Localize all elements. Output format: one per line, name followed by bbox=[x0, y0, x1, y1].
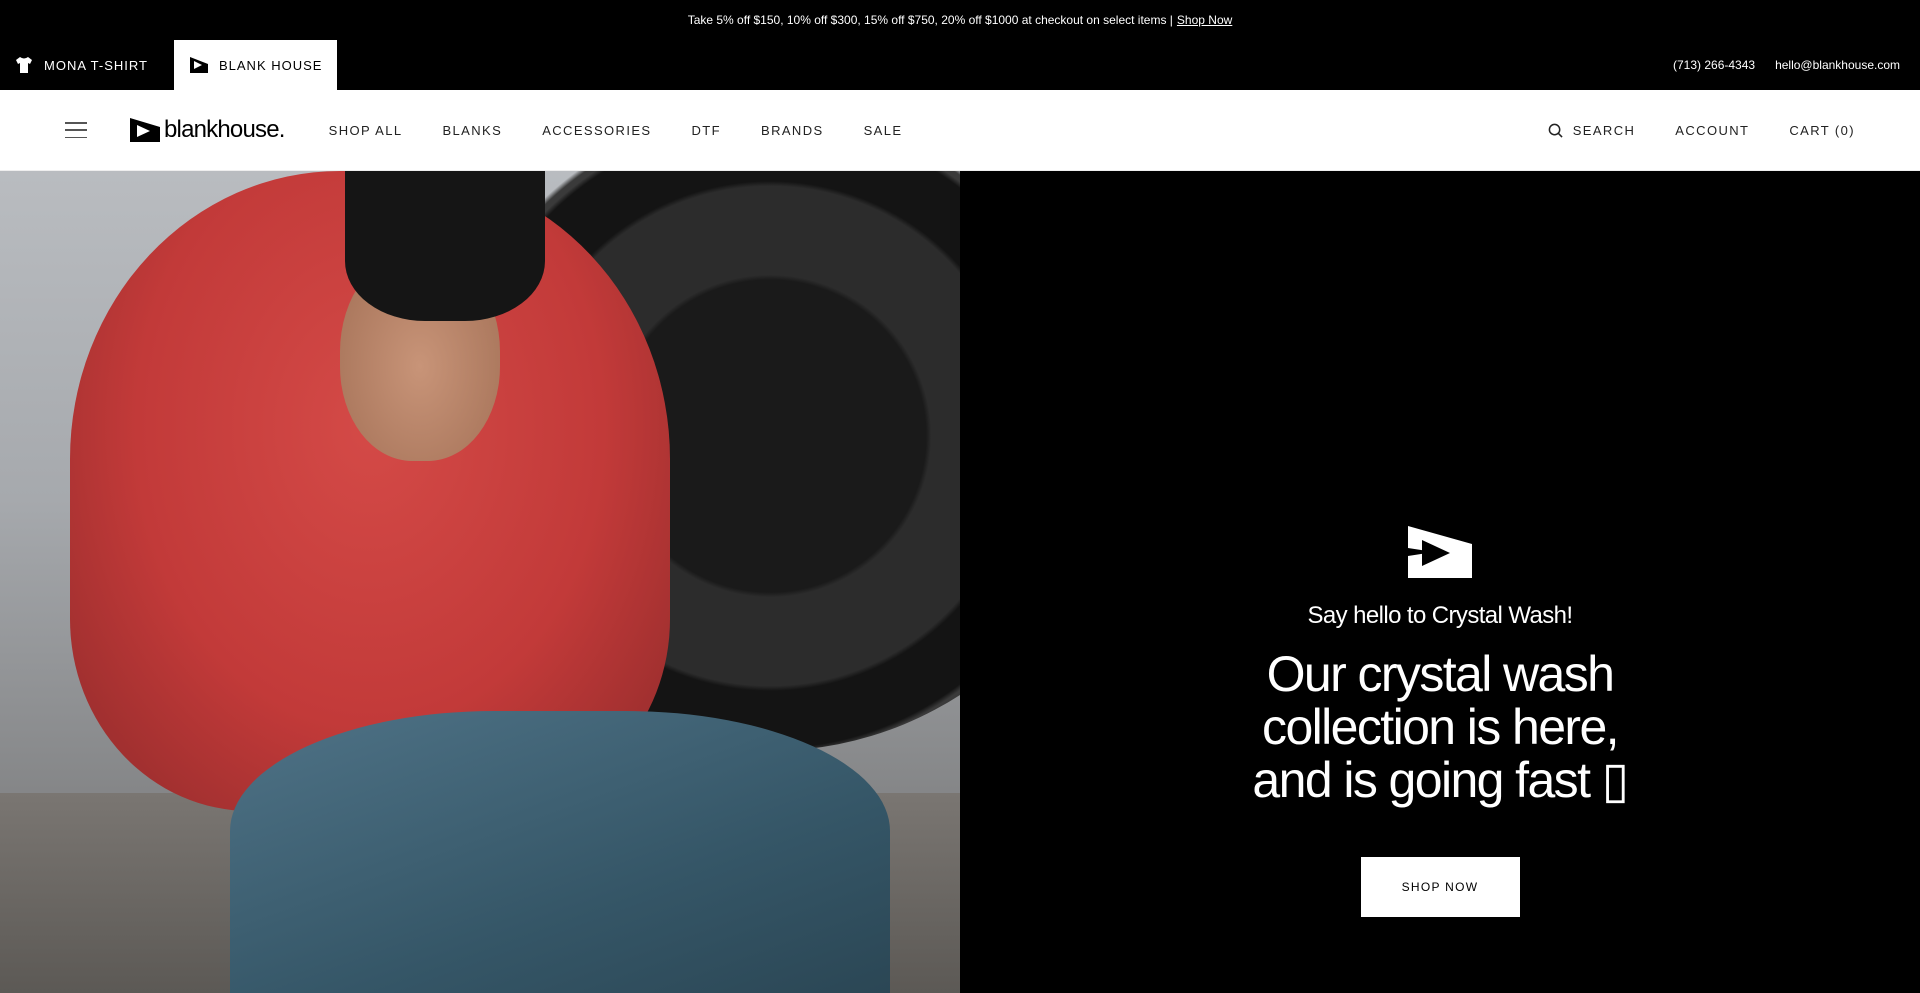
announcement-bar: Take 5% off $150, 10% off $300, 15% off … bbox=[0, 0, 1920, 40]
site-logo[interactable]: blankhouse. bbox=[130, 116, 285, 144]
blankhouse-logo-icon bbox=[189, 57, 208, 73]
menu-item-accessories[interactable]: ACCESSORIES bbox=[522, 123, 671, 138]
primary-menu: SHOP ALL BLANKS ACCESSORIES DTF BRANDS S… bbox=[309, 123, 923, 138]
blankhouse-logo-icon bbox=[1408, 526, 1472, 578]
hero-section: Say hello to Crystal Wash! Our crystal w… bbox=[0, 171, 1920, 993]
announcement-text: Take 5% off $150, 10% off $300, 15% off … bbox=[687, 13, 1173, 27]
menu-item-dtf[interactable]: DTF bbox=[672, 123, 741, 138]
store-switcher-bar: MONA T-SHIRT BLANK HOUSE (713) 266-4343 … bbox=[0, 40, 1920, 90]
hero-text-panel: Say hello to Crystal Wash! Our crystal w… bbox=[960, 171, 1920, 993]
search-icon bbox=[1548, 123, 1563, 138]
hamburger-menu-icon[interactable] bbox=[65, 122, 87, 138]
beanie-graphic bbox=[345, 171, 545, 321]
hero-image bbox=[0, 171, 960, 993]
menu-item-shop-all[interactable]: SHOP ALL bbox=[309, 123, 423, 138]
store-tab-mona-tshirt[interactable]: MONA T-SHIRT bbox=[0, 40, 162, 90]
jeans-graphic bbox=[230, 711, 890, 993]
main-navigation: blankhouse. SHOP ALL BLANKS ACCESSORIES … bbox=[0, 90, 1920, 171]
shop-now-button[interactable]: SHOP NOW bbox=[1360, 857, 1520, 917]
menu-item-brands[interactable]: BRANDS bbox=[741, 123, 844, 138]
account-link[interactable]: ACCOUNT bbox=[1655, 123, 1769, 138]
cart-link[interactable]: CART (0) bbox=[1769, 123, 1855, 138]
blankhouse-logo-icon bbox=[130, 118, 160, 142]
menu-item-sale[interactable]: SALE bbox=[844, 123, 923, 138]
store-tab-label: MONA T-SHIRT bbox=[44, 57, 148, 73]
email-link[interactable]: hello@blankhouse.com bbox=[1775, 58, 1900, 72]
menu-item-blanks[interactable]: BLANKS bbox=[422, 123, 522, 138]
contact-info: (713) 266-4343 hello@blankhouse.com bbox=[1673, 40, 1920, 90]
search-label: SEARCH bbox=[1572, 122, 1636, 138]
announcement-shop-now-link[interactable]: Shop Now bbox=[1177, 13, 1232, 27]
nav-utilities: SEARCH ACCOUNT CART (0) bbox=[1528, 123, 1855, 138]
logo-text: blankhouse. bbox=[164, 116, 285, 143]
search-button[interactable]: SEARCH bbox=[1528, 123, 1656, 138]
store-tab-label: BLANK HOUSE bbox=[218, 57, 323, 73]
tshirt-icon bbox=[16, 57, 32, 73]
hero-subtitle: Say hello to Crystal Wash! bbox=[1307, 602, 1574, 629]
phone-link[interactable]: (713) 266-4343 bbox=[1673, 58, 1755, 72]
store-tab-blank-house[interactable]: BLANK HOUSE bbox=[173, 40, 338, 90]
hero-title: Our crystal wash collection is here, and… bbox=[1252, 646, 1629, 808]
